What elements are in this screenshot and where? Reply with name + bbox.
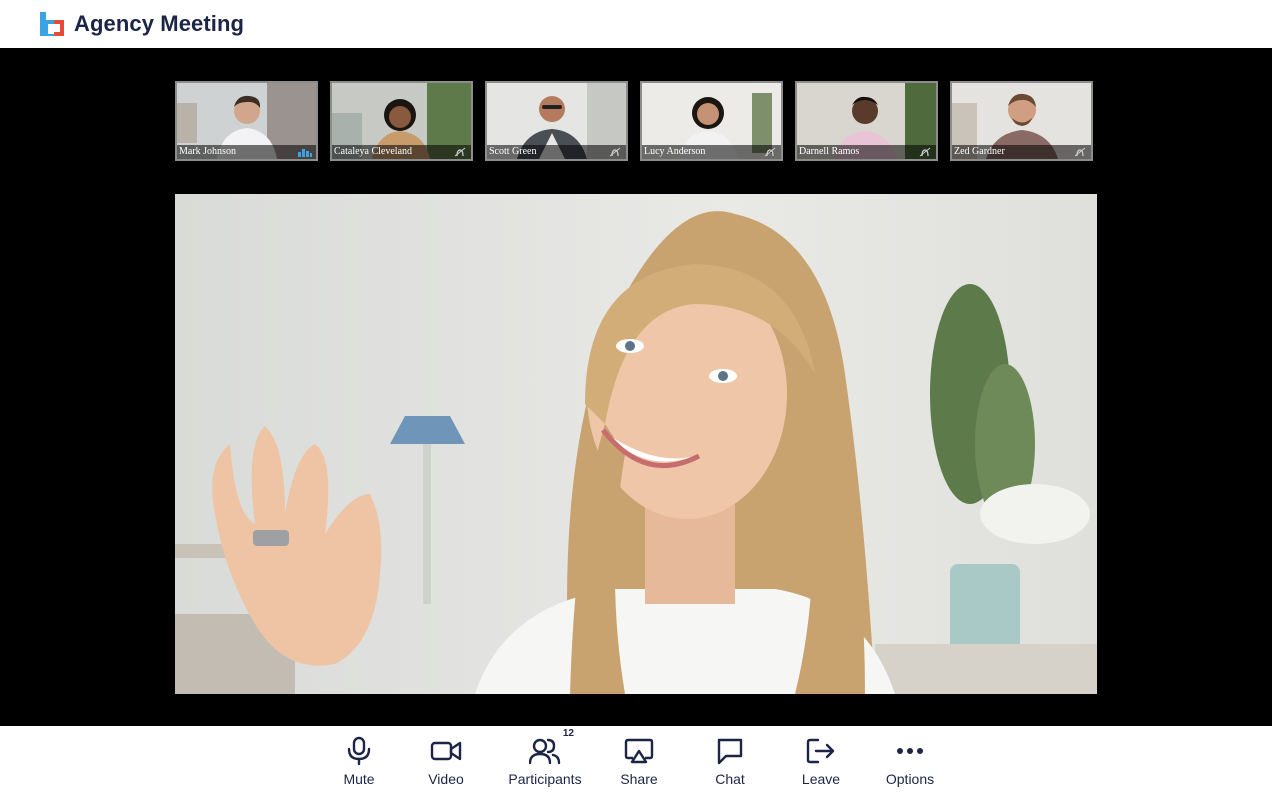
participants-button[interactable]: 12 Participants [505,728,585,794]
chat-button[interactable]: Chat [708,734,752,794]
participant-name: Zed Gardner [952,145,1091,159]
chat-label: Chat [715,771,745,787]
chat-bubble-icon [713,734,747,768]
mic-muted-icon [919,147,931,157]
participant-tile[interactable]: Cataleya Cleveland [330,81,473,161]
participant-name: Cataleya Cleveland [332,145,471,159]
options-label: Options [885,771,935,787]
participants-count-badge: 12 [562,728,574,739]
participant-name: Scott Green [487,145,626,159]
participant-name: Mark Johnson [177,145,316,159]
mic-muted-icon [609,147,621,157]
microphone-icon [342,734,376,768]
meeting-toolbar: Mute Video 12 Participants Share Chat Le… [0,726,1272,798]
video-camera-icon [429,734,463,768]
audio-level-icon [298,149,312,157]
participant-tile[interactable]: Scott Green [485,81,628,161]
video-button[interactable]: Video [424,734,468,794]
page-title: Agency Meeting [74,11,245,36]
participant-name: Darnell Ramos [797,145,936,159]
mic-muted-icon [454,147,466,157]
mute-button[interactable]: Mute [337,734,381,794]
participants-icon: 12 [528,728,574,768]
app-header: Agency Meeting [0,0,1272,48]
participant-tile[interactable]: Zed Gardner [950,81,1093,161]
leave-label: Leave [801,771,841,787]
participant-tile[interactable]: Mark Johnson [175,81,318,161]
leave-button[interactable]: Leave [799,734,843,794]
exit-icon [804,734,838,768]
more-options-icon [893,734,927,768]
mute-label: Mute [343,771,375,787]
agency-logo-icon [40,12,64,36]
share-label: Share [620,771,658,787]
participant-thumbnails: Mark Johnson Cataleya Cleveland Scott Gr… [175,81,1095,161]
active-speaker-video[interactable] [175,194,1097,694]
video-stage: Mark Johnson Cataleya Cleveland Scott Gr… [0,48,1272,726]
speaker-video-frame [175,194,1097,694]
options-button[interactable]: Options [880,734,940,794]
participant-name: Lucy Anderson [642,145,781,159]
share-button[interactable]: Share [617,734,661,794]
participants-label: Participants [508,771,582,787]
mic-muted-icon [764,147,776,157]
screen-share-icon [622,734,656,768]
participant-tile[interactable]: Darnell Ramos [795,81,938,161]
participant-tile[interactable]: Lucy Anderson [640,81,783,161]
mic-muted-icon [1074,147,1086,157]
video-label: Video [428,771,464,787]
